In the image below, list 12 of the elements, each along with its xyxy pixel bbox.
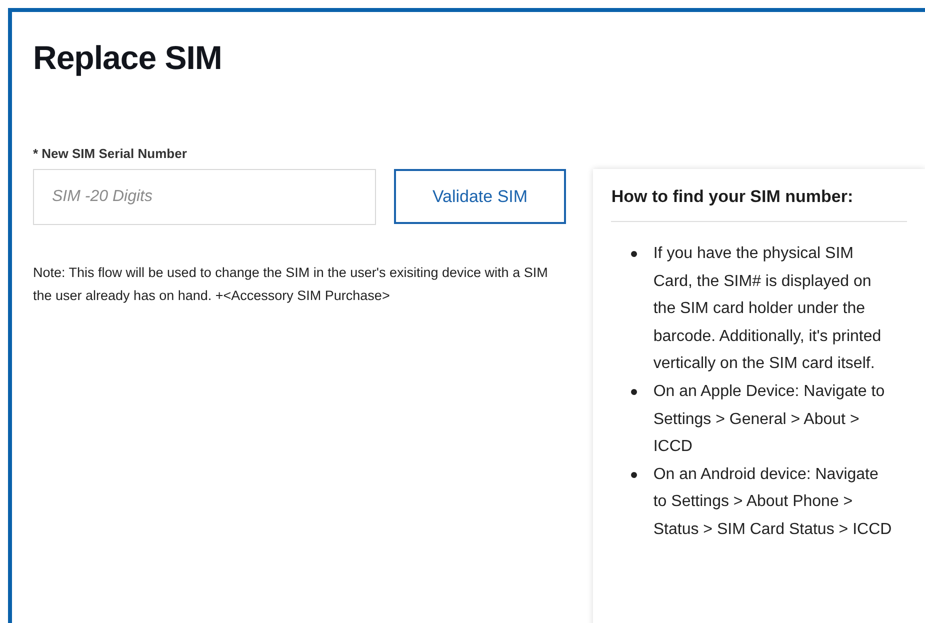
help-item: On an Android device: Navigate to Settings > About Phone > Status > SIM Card Status > ICCD: [653, 464, 893, 540]
note-text: Note: This flow will be used to change the SIM in the user's exisiting device with a SIM the user already has on hand. +<Accessory SIM Purchase>: [33, 264, 549, 305]
help-heading: How to find your SIM number:: [611, 187, 907, 222]
help-item: If you have the physical SIM Card, the SIM# is displayed on the SIM card holder under the barcode. Additionally, it's printed vertically on the SIM card itself.: [653, 244, 882, 374]
serial-number-field[interactable]: SIM -20 Digits: [33, 169, 376, 225]
help-item: On an Apple Device: Navigate to Settings > General > About > ICCD: [653, 382, 886, 458]
bullet-icon: [631, 388, 638, 395]
page-title: Replace SIM: [33, 38, 223, 78]
validate-button[interactable]: Validate SIM: [394, 169, 566, 224]
field-label: * New SIM Serial Number: [33, 146, 188, 161]
bullet-icon: [631, 251, 638, 257]
bullet-icon: [631, 472, 638, 478]
